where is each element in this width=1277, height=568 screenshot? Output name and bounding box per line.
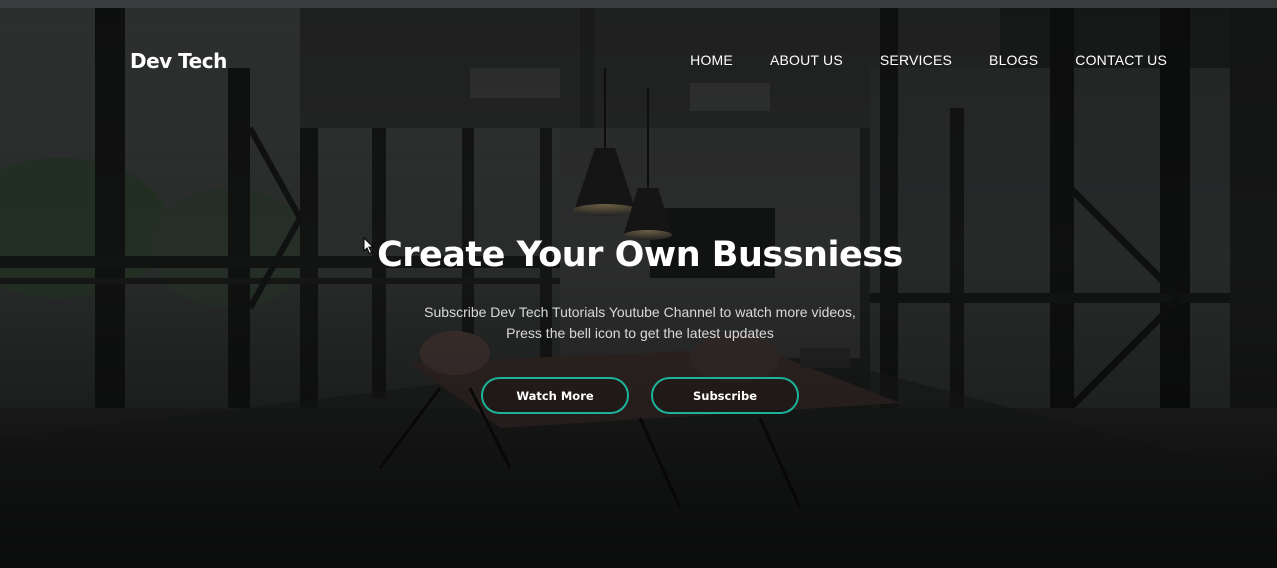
subscribe-button[interactable]: Subscribe (651, 377, 799, 414)
nav-link-blogs[interactable]: BLOGS (989, 52, 1038, 68)
nav-link-home[interactable]: HOME (690, 52, 733, 68)
hero-subtext-line-1: Subscribe Dev Tech Tutorials Youtube Cha… (424, 304, 856, 320)
watch-more-button[interactable]: Watch More (481, 377, 629, 414)
hero-subtext-line-2: Press the bell icon to get the latest up… (506, 325, 774, 341)
main-nav: HOME ABOUT US SERVICES BLOGS CONTACT US (690, 52, 1167, 68)
site-logo[interactable]: Dev Tech (130, 49, 227, 73)
nav-link-services[interactable]: SERVICES (880, 52, 952, 68)
mouse-cursor-icon (363, 237, 375, 255)
hero-subtext: Subscribe Dev Tech Tutorials Youtube Cha… (0, 302, 1277, 344)
hero-section: Dev Tech HOME ABOUT US SERVICES BLOGS CO… (0, 8, 1277, 568)
hero-headline: Create Your Own Bussniess (377, 235, 903, 275)
nav-link-contact-us[interactable]: CONTACT US (1075, 52, 1167, 68)
browser-top-strip (0, 0, 1277, 8)
nav-link-about-us[interactable]: ABOUT US (770, 52, 843, 68)
dark-overlay (0, 8, 1277, 568)
